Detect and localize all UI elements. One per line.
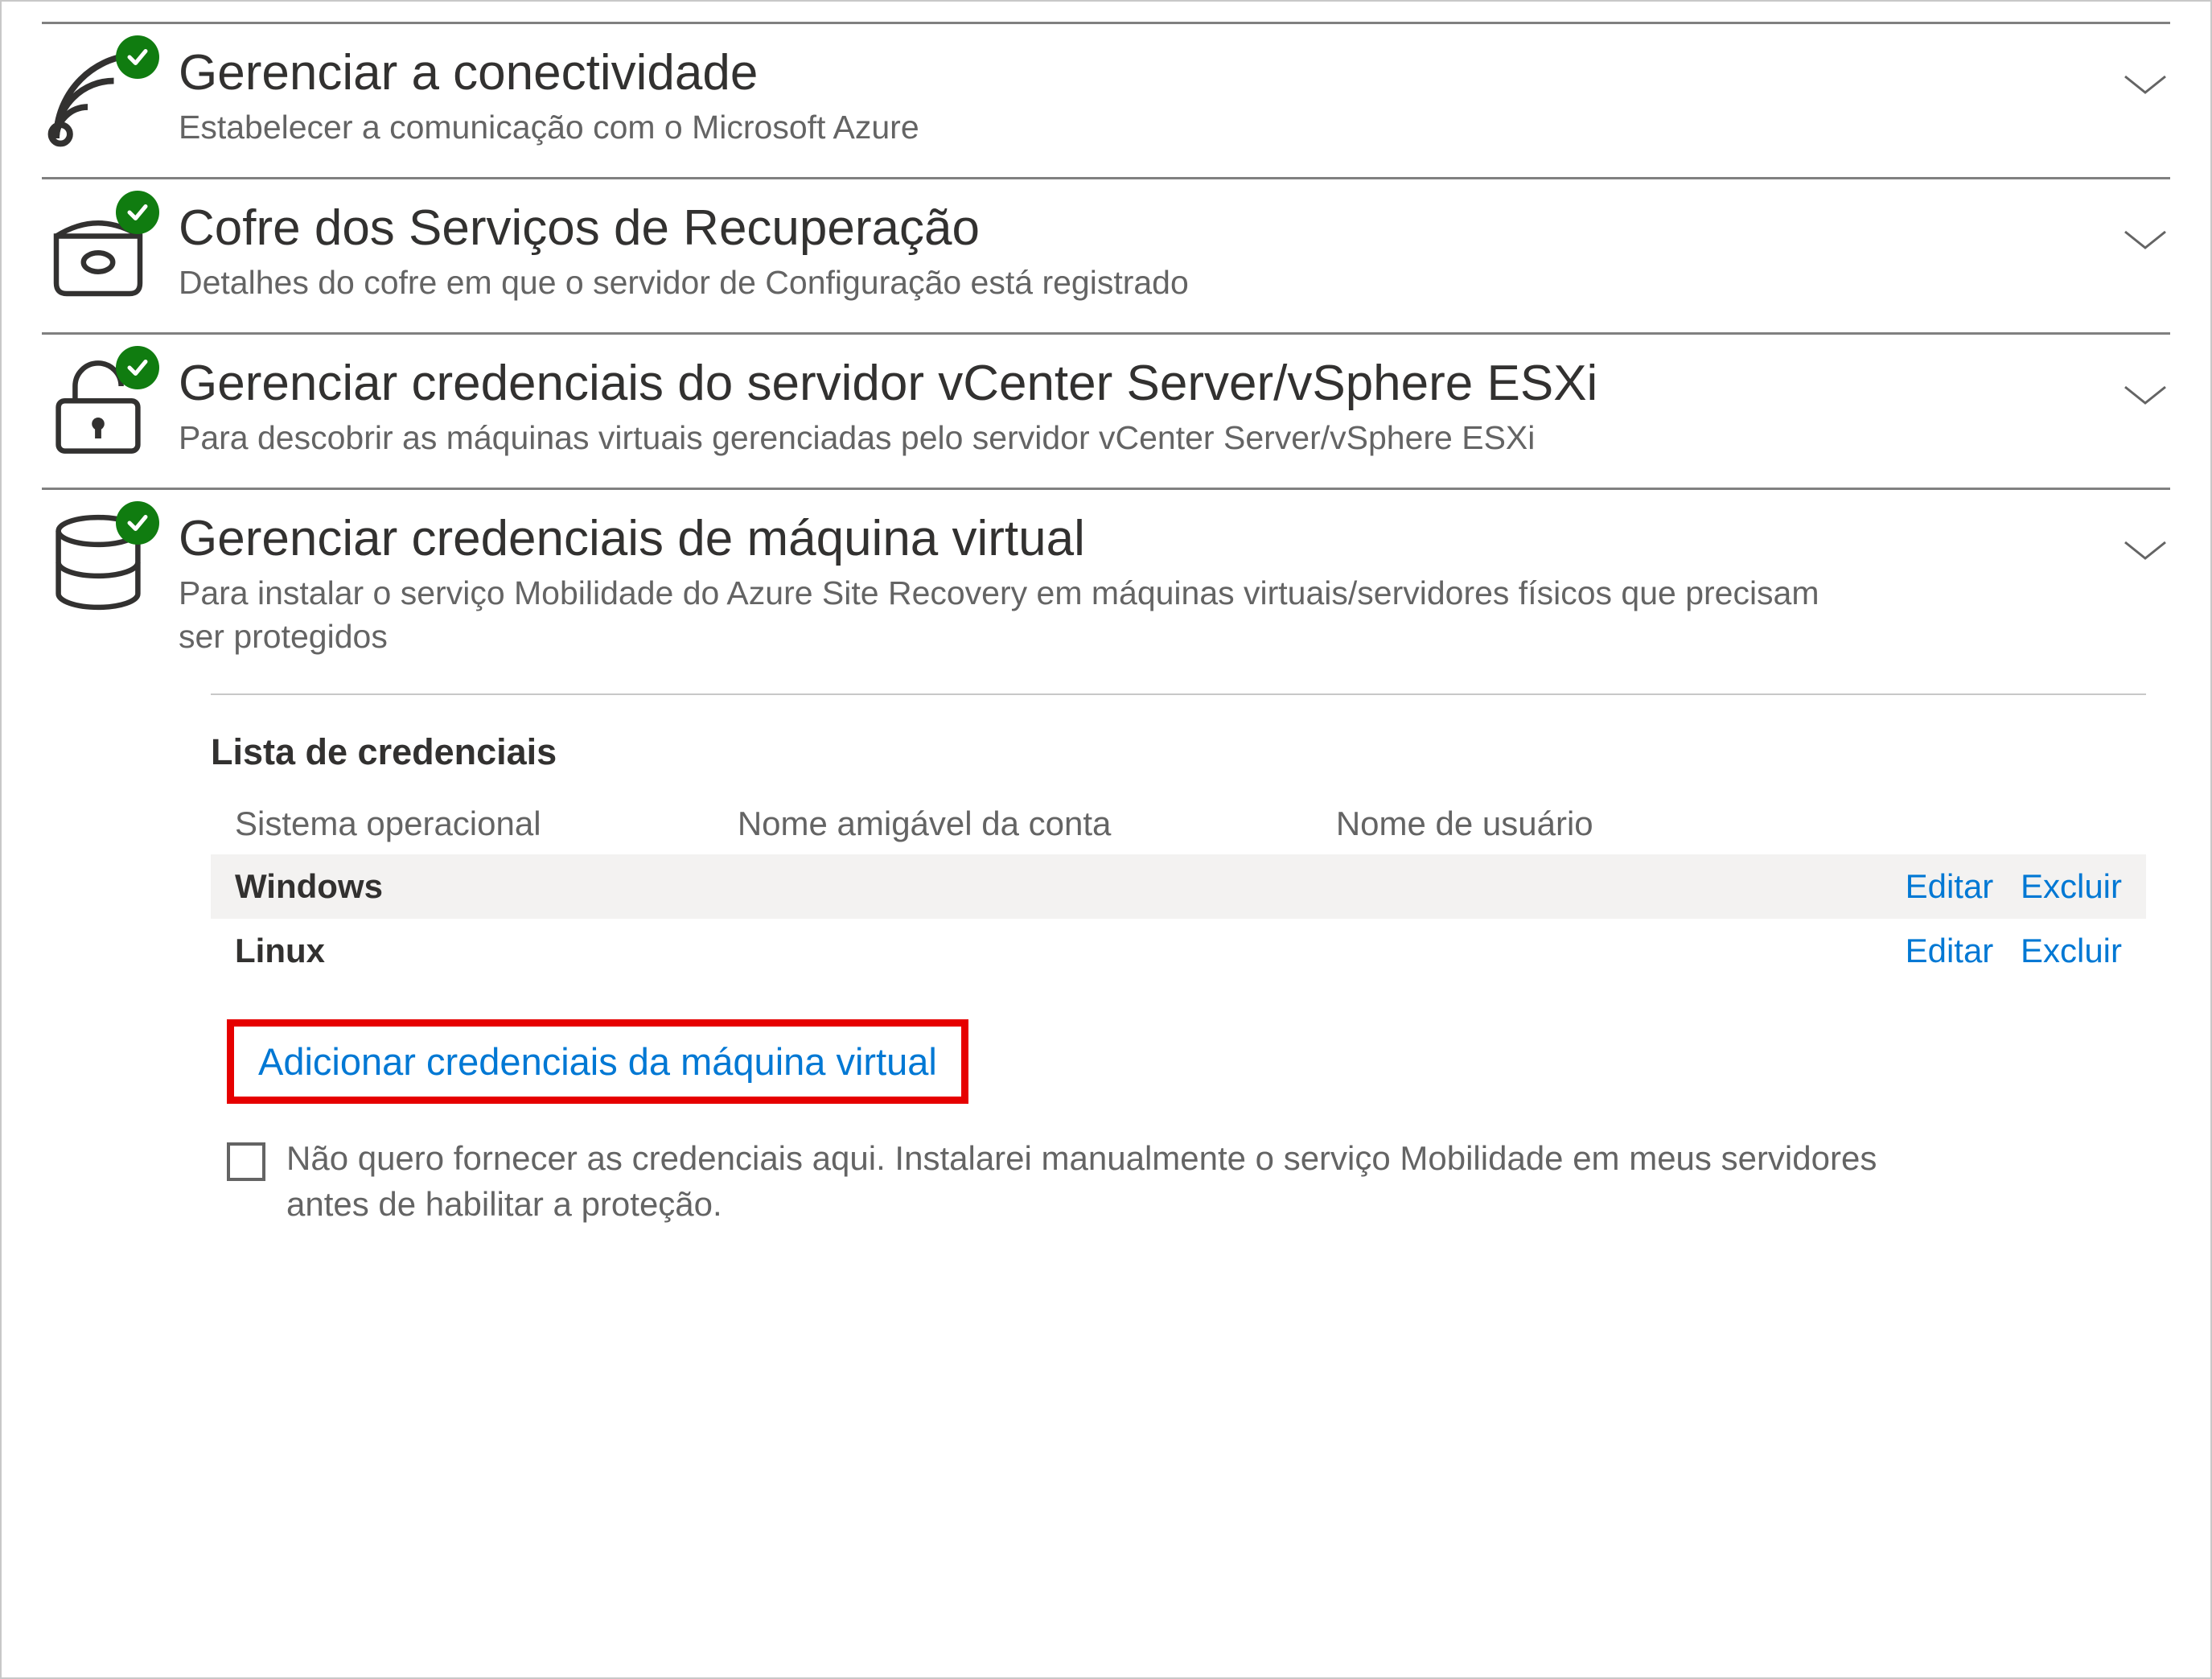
section-title: Cofre dos Serviços de Recuperação — [179, 200, 2074, 257]
status-ok-icon — [116, 191, 159, 234]
credentials-table: Sistema operacional Nome amigável da con… — [211, 793, 2146, 983]
database-icon — [42, 506, 154, 619]
safe-icon — [42, 195, 154, 308]
section-vcenter[interactable]: Gerenciar credenciais do servidor vCente… — [42, 332, 2170, 488]
section-title: Gerenciar credenciais de máquina virtual — [179, 510, 2074, 567]
col-friendly: Nome amigável da conta — [713, 793, 1312, 854]
optout-label: Não quero fornecer as credenciais aqui. … — [286, 1136, 1935, 1227]
add-vm-credentials-link[interactable]: Adicionar credenciais da máquina virtual — [258, 1040, 937, 1083]
section-title: Gerenciar credenciais do servidor vCente… — [179, 355, 2074, 412]
section-vm-credentials[interactable]: Gerenciar credenciais de máquina virtual… — [42, 488, 2170, 693]
col-os: Sistema operacional — [211, 793, 713, 854]
delete-link[interactable]: Excluir — [2021, 867, 2122, 905]
section-vault[interactable]: Cofre dos Serviços de Recuperação Detalh… — [42, 177, 2170, 332]
section-subtitle: Para instalar o serviço Mobilidade do Az… — [179, 572, 1868, 658]
status-ok-icon — [116, 346, 159, 389]
highlight-box: Adicionar credenciais da máquina virtual — [227, 1019, 968, 1104]
credentials-heading: Lista de credenciais — [211, 731, 2146, 773]
col-user: Nome de usuário — [1312, 793, 1745, 854]
cell-user — [1312, 919, 1745, 983]
lock-icon — [42, 351, 154, 463]
cell-os: Windows — [211, 854, 713, 919]
section-subtitle: Para descobrir as máquinas virtuais gere… — [179, 417, 1868, 459]
section-connectivity[interactable]: Gerenciar a conectividade Estabelecer a … — [42, 22, 2170, 177]
wifi-icon — [42, 40, 154, 153]
edit-link[interactable]: Editar — [1906, 867, 1994, 905]
cell-os: Linux — [211, 919, 713, 983]
table-row: Linux Editar Excluir — [211, 919, 2146, 983]
section-subtitle: Estabelecer a comunicação com o Microsof… — [179, 106, 1868, 149]
optout-row: Não quero fornecer as credenciais aqui. … — [227, 1136, 2146, 1227]
chevron-down-icon[interactable] — [2098, 351, 2170, 407]
chevron-down-icon[interactable] — [2098, 195, 2170, 252]
delete-link[interactable]: Excluir — [2021, 932, 2122, 969]
cell-friendly — [713, 854, 1312, 919]
section-title: Gerenciar a conectividade — [179, 44, 2074, 101]
table-row: Windows Editar Excluir — [211, 854, 2146, 919]
credentials-block: Lista de credenciais Sistema operacional… — [211, 693, 2146, 1227]
cell-user — [1312, 854, 1745, 919]
chevron-down-icon[interactable] — [2098, 506, 2170, 562]
cell-friendly — [713, 919, 1312, 983]
status-ok-icon — [116, 35, 159, 79]
section-subtitle: Detalhes do cofre em que o servidor de C… — [179, 261, 1868, 304]
status-ok-icon — [116, 501, 159, 545]
edit-link[interactable]: Editar — [1906, 932, 1994, 969]
chevron-down-icon[interactable] — [2098, 40, 2170, 97]
optout-checkbox[interactable] — [227, 1142, 265, 1181]
